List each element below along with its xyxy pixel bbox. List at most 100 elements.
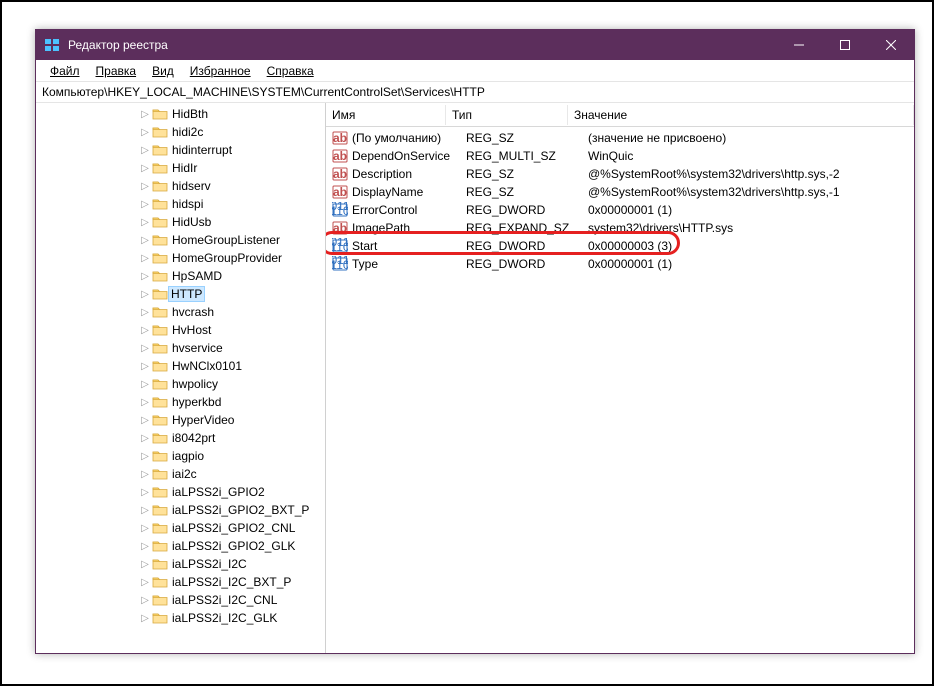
string-value-icon <box>332 148 348 164</box>
value-data: 0x00000001 (1) <box>588 257 914 271</box>
address-bar[interactable]: Компьютер\HKEY_LOCAL_MACHINE\SYSTEM\Curr… <box>36 82 914 103</box>
string-value-icon <box>332 166 348 182</box>
menu-help[interactable]: Справка <box>259 62 322 80</box>
expander-icon[interactable]: ▷ <box>138 287 152 301</box>
expander-icon[interactable]: ▷ <box>138 125 152 139</box>
tree-item[interactable]: ▷HomeGroupListener <box>40 231 326 249</box>
expander-icon[interactable]: ▷ <box>138 377 152 391</box>
menu-favorites[interactable]: Избранное <box>182 62 259 80</box>
tree-item[interactable]: ▷hvservice <box>40 339 326 357</box>
expander-icon[interactable]: ▷ <box>138 143 152 157</box>
value-data: @%SystemRoot%\system32\drivers\http.sys,… <box>588 167 914 181</box>
menu-file[interactable]: Файл <box>42 62 88 80</box>
tree-pane[interactable]: ▷HidBth▷hidi2c▷hidinterrupt▷HidIr▷hidser… <box>36 103 326 653</box>
tree-item[interactable]: ▷hidinterrupt <box>40 141 326 159</box>
expander-icon[interactable]: ▷ <box>138 521 152 535</box>
maximize-button[interactable] <box>822 30 868 60</box>
tree-item[interactable]: ▷HidIr <box>40 159 326 177</box>
tree-item[interactable]: ▷iaLPSS2i_GPIO2 <box>40 483 326 501</box>
value-row[interactable]: ErrorControlREG_DWORD0x00000001 (1) <box>326 201 914 219</box>
expander-icon[interactable]: ▷ <box>138 413 152 427</box>
expander-icon[interactable]: ▷ <box>138 467 152 481</box>
expander-icon[interactable]: ▷ <box>138 485 152 499</box>
tree-item[interactable]: ▷HTTP <box>40 285 326 303</box>
expander-icon[interactable]: ▷ <box>138 197 152 211</box>
tree-item[interactable]: ▷HpSAMD <box>40 267 326 285</box>
expander-icon[interactable]: ▷ <box>138 503 152 517</box>
folder-icon <box>152 197 168 211</box>
expander-icon[interactable]: ▷ <box>138 251 152 265</box>
value-name: Start <box>352 239 466 253</box>
tree-item[interactable]: ▷hwpolicy <box>40 375 326 393</box>
tree-item[interactable]: ▷HidUsb <box>40 213 326 231</box>
expander-icon[interactable]: ▷ <box>138 431 152 445</box>
tree-item[interactable]: ▷HyperVideo <box>40 411 326 429</box>
tree-item-label: hidspi <box>171 197 204 211</box>
expander-icon[interactable]: ▷ <box>138 269 152 283</box>
expander-icon[interactable]: ▷ <box>138 215 152 229</box>
expander-icon[interactable]: ▷ <box>138 359 152 373</box>
folder-icon <box>152 143 168 157</box>
value-name: DependOnService <box>352 149 466 163</box>
minimize-button[interactable] <box>776 30 822 60</box>
tree-item[interactable]: ▷iai2c <box>40 465 326 483</box>
titlebar[interactable]: Редактор реестра <box>36 30 914 60</box>
tree-item[interactable]: ▷hidi2c <box>40 123 326 141</box>
tree-item[interactable]: ▷iaLPSS2i_I2C_BXT_P <box>40 573 326 591</box>
tree-item[interactable]: ▷hidserv <box>40 177 326 195</box>
content-area: ▷HidBth▷hidi2c▷hidinterrupt▷HidIr▷hidser… <box>36 103 914 653</box>
close-button[interactable] <box>868 30 914 60</box>
tree-item[interactable]: ▷iaLPSS2i_I2C_GLK <box>40 609 326 627</box>
expander-icon[interactable]: ▷ <box>138 575 152 589</box>
tree-item[interactable]: ▷ hyperkbd <box>40 393 326 411</box>
expander-icon[interactable]: ▷ <box>138 161 152 175</box>
tree-item[interactable]: ▷iaLPSS2i_GPIO2_CNL <box>40 519 326 537</box>
tree-item-label: iagpio <box>171 449 205 463</box>
expander-icon[interactable]: ▷ <box>138 593 152 607</box>
value-row[interactable]: (По умолчанию)REG_SZ(значение не присвое… <box>326 129 914 147</box>
expander-icon[interactable]: ▷ <box>138 611 152 625</box>
expander-icon[interactable]: ▷ <box>138 449 152 463</box>
folder-icon <box>152 611 168 625</box>
tree-item[interactable]: ▷HwNClx0101 <box>40 357 326 375</box>
tree-item[interactable]: ▷iaLPSS2i_I2C <box>40 555 326 573</box>
value-row[interactable]: TypeREG_DWORD0x00000001 (1) <box>326 255 914 273</box>
expander-icon[interactable]: ▷ <box>138 557 152 571</box>
folder-icon <box>152 575 168 589</box>
menu-view[interactable]: Вид <box>144 62 182 80</box>
value-row[interactable]: StartREG_DWORD0x00000003 (3) <box>326 237 914 255</box>
value-row[interactable]: DescriptionREG_SZ@%SystemRoot%\system32\… <box>326 165 914 183</box>
tree-item[interactable]: ▷iaLPSS2i_GPIO2_BXT_P <box>40 501 326 519</box>
expander-icon[interactable]: ▷ <box>138 107 152 121</box>
value-data: (значение не присвоено) <box>588 131 914 145</box>
folder-icon <box>152 179 168 193</box>
value-row[interactable]: DisplayNameREG_SZ@%SystemRoot%\system32\… <box>326 183 914 201</box>
tree-item[interactable]: ▷i8042prt <box>40 429 326 447</box>
value-data: system32\drivers\HTTP.sys <box>588 221 914 235</box>
list-pane[interactable]: Имя Тип Значение (По умолчанию)REG_SZ(зн… <box>326 103 914 653</box>
folder-icon <box>152 323 168 337</box>
header-name[interactable]: Имя <box>326 105 446 125</box>
tree-item[interactable]: ▷ iagpio <box>40 447 326 465</box>
tree-item[interactable]: ▷HvHost <box>40 321 326 339</box>
tree-item[interactable]: ▷ hidspi <box>40 195 326 213</box>
value-row[interactable]: DependOnServiceREG_MULTI_SZWinQuic <box>326 147 914 165</box>
tree-item[interactable]: ▷hvcrash <box>40 303 326 321</box>
tree-item[interactable]: ▷iaLPSS2i_GPIO2_GLK <box>40 537 326 555</box>
expander-icon[interactable]: ▷ <box>138 395 152 409</box>
tree-item[interactable]: ▷HomeGroupProvider <box>40 249 326 267</box>
expander-icon[interactable]: ▷ <box>138 341 152 355</box>
tree-item[interactable]: ▷iaLPSS2i_I2C_CNL <box>40 591 326 609</box>
tree-item[interactable]: ▷HidBth <box>40 105 326 123</box>
expander-icon[interactable]: ▷ <box>138 305 152 319</box>
tree-item-label: hyperkbd <box>171 395 222 409</box>
value-row[interactable]: ImagePathREG_EXPAND_SZsystem32\drivers\H… <box>326 219 914 237</box>
header-value[interactable]: Значение <box>568 105 914 125</box>
expander-icon[interactable]: ▷ <box>138 179 152 193</box>
folder-icon <box>152 161 168 175</box>
expander-icon[interactable]: ▷ <box>138 233 152 247</box>
expander-icon[interactable]: ▷ <box>138 539 152 553</box>
header-type[interactable]: Тип <box>446 105 568 125</box>
menu-edit[interactable]: Правка <box>88 62 145 80</box>
expander-icon[interactable]: ▷ <box>138 323 152 337</box>
